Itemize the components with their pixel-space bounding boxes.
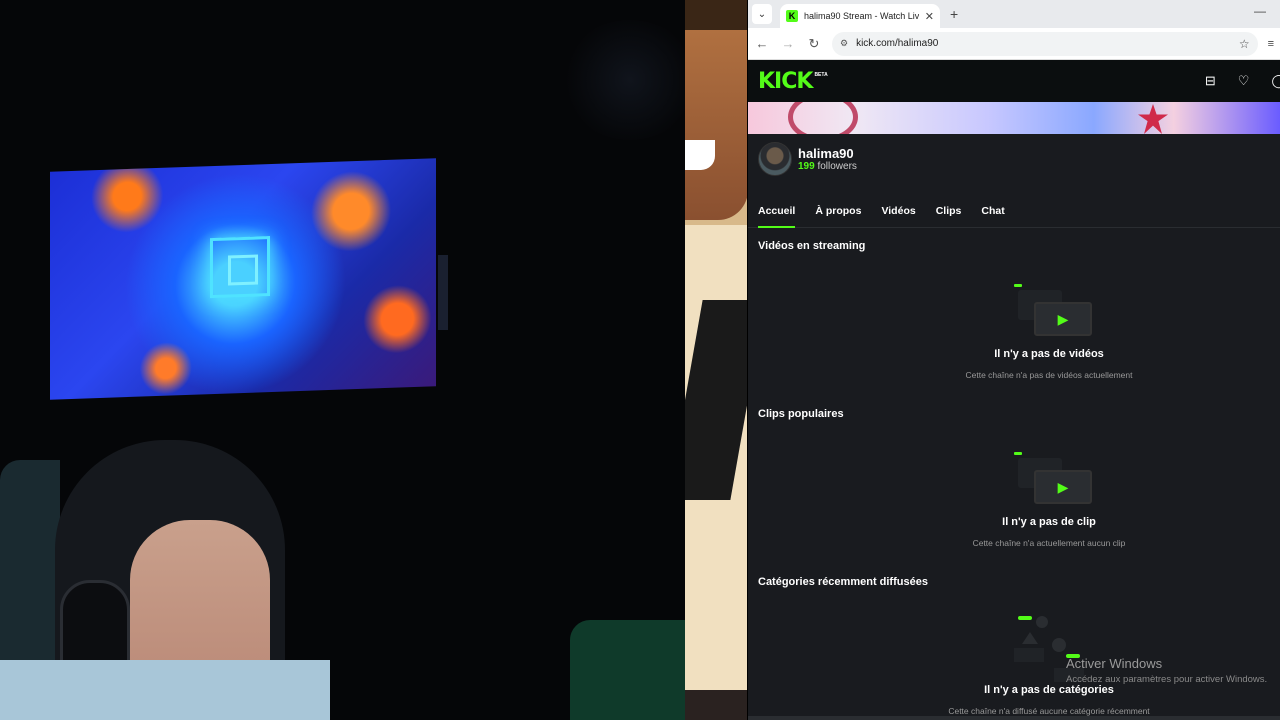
categories-section: Catégories récemment diffusées Il n'y a …	[748, 572, 1280, 720]
tab-chat[interactable]: Chat	[981, 205, 1004, 227]
watermark-subtitle: Accédez aux paramètres pour activer Wind…	[1066, 674, 1268, 685]
tv-graphic	[210, 236, 270, 299]
section-title: Catégories récemment diffusées	[758, 576, 928, 588]
kick-favicon-icon: K	[786, 10, 798, 22]
tv-mount	[438, 255, 448, 330]
streamer	[0, 440, 330, 720]
url-field[interactable]: ⚙ kick.com/halima90 ☆	[832, 31, 1258, 56]
browser-window: ⌄ K halima90 Stream - Watch Live o ✕ + —…	[748, 0, 1280, 720]
minimize-icon[interactable]: —	[1254, 4, 1266, 18]
section-title: Vidéos en streaming	[758, 240, 866, 252]
watermark-title: Activer Windows	[1066, 656, 1163, 671]
browser-tab[interactable]: K halima90 Stream - Watch Live o ✕	[780, 4, 940, 28]
green-chair	[570, 620, 685, 720]
reload-icon[interactable]: ↻	[806, 36, 822, 52]
kick-header: KICK BETA ⊟ ♡ ◯	[748, 60, 1280, 102]
tab-accueil[interactable]: Accueil	[758, 205, 796, 228]
streamer-shirt	[0, 660, 330, 720]
bottom-edge	[748, 716, 1280, 720]
banner-ring	[788, 102, 858, 134]
windows-activation-watermark: Activer Windows Accédez aux paramètres p…	[1066, 656, 1267, 685]
banner-star	[1138, 104, 1168, 134]
channel-name[interactable]: halima90	[798, 146, 857, 161]
videos-section: Vidéos en streaming ▶ Il n'y a pas de vi…	[748, 236, 1280, 404]
clips-section: Clips populaires ▶ Il n'y a pas de clip …	[748, 404, 1280, 572]
empty-state: ▶ Il n'y a pas de vidéos Cette chaîne n'…	[758, 256, 1270, 404]
wall-mural	[685, 0, 748, 720]
mural-bottom	[685, 690, 747, 720]
clip-placeholder-icon: ▶	[1014, 444, 1094, 504]
empty-subtitle: Cette chaîne n'a pas de vidéos actuellem…	[965, 370, 1133, 380]
mural-face	[685, 30, 747, 220]
tab-search-icon[interactable]: ⌄	[752, 4, 772, 24]
wall-tv	[50, 158, 436, 400]
followers-count: 199	[798, 161, 815, 172]
section-title: Clips populaires	[758, 408, 844, 420]
store-icon[interactable]: ⊟	[1205, 73, 1216, 89]
tab-bar: ⌄ K halima90 Stream - Watch Live o ✕ + —	[748, 0, 1280, 28]
channel-tabs: Accueil À propos Vidéos Clips Chat	[748, 184, 1280, 228]
empty-title: Il n'y a pas de vidéos	[994, 348, 1104, 360]
beta-badge: BETA	[814, 72, 828, 78]
heart-icon[interactable]: ♡	[1238, 73, 1250, 89]
kick-logo[interactable]: KICK	[758, 69, 813, 94]
forward-icon[interactable]: →	[780, 36, 796, 51]
url-text: kick.com/halima90	[856, 38, 939, 49]
tab-videos[interactable]: Vidéos	[881, 205, 915, 227]
bookmark-star-icon[interactable]: ☆	[1239, 37, 1250, 51]
close-tab-icon[interactable]: ✕	[925, 10, 934, 23]
channel-banner	[748, 102, 1280, 134]
webcam-feed	[0, 0, 685, 720]
tab-a-propos[interactable]: À propos	[815, 205, 861, 227]
empty-state: ▶ Il n'y a pas de clip Cette chaîne n'a …	[758, 424, 1270, 572]
followers-line: 199 followers	[798, 161, 857, 172]
followers-label: followers	[814, 161, 857, 172]
wall-glow	[560, 20, 685, 140]
channel-avatar[interactable]	[758, 142, 792, 176]
address-bar: ← → ↻ ⚙ kick.com/halima90 ☆ ≡	[748, 28, 1280, 60]
back-icon[interactable]: ←	[754, 36, 770, 51]
video-placeholder-icon: ▶	[1014, 276, 1094, 336]
user-icon[interactable]: ◯	[1271, 73, 1280, 89]
channel-info: halima90 199 followers	[748, 134, 1280, 184]
mural-smile	[685, 140, 715, 170]
empty-title: Il n'y a pas de catégories	[984, 684, 1114, 696]
empty-subtitle: Cette chaîne n'a actuellement aucun clip	[972, 538, 1126, 548]
empty-subtitle: Cette chaîne n'a diffusé aucune catégori…	[948, 706, 1150, 716]
new-tab-icon[interactable]: +	[950, 6, 958, 22]
tab-title: halima90 Stream - Watch Live o	[804, 11, 919, 21]
reading-list-icon[interactable]: ≡	[1268, 38, 1274, 50]
empty-title: Il n'y a pas de clip	[1002, 516, 1096, 528]
site-info-icon[interactable]: ⚙	[840, 38, 848, 49]
tab-clips[interactable]: Clips	[936, 205, 962, 227]
